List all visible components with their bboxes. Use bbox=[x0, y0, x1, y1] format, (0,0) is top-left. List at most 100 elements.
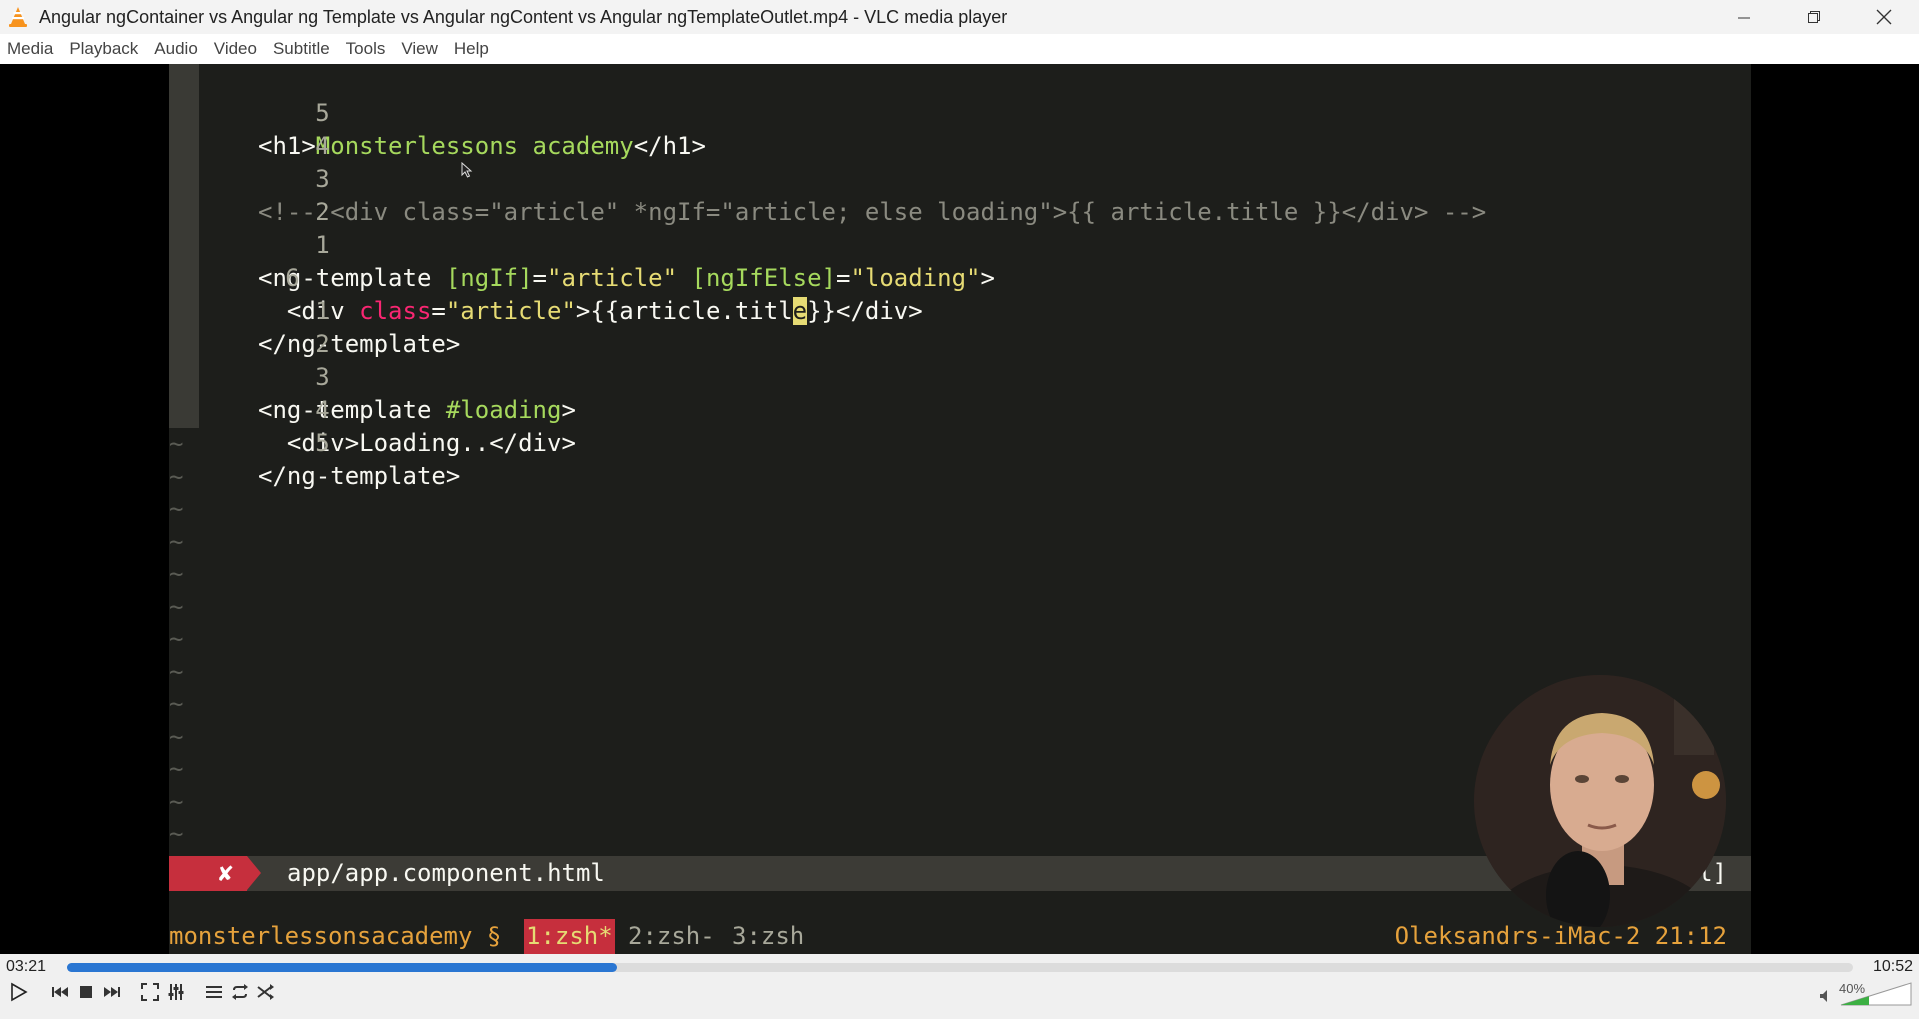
minimize-button[interactable] bbox=[1709, 0, 1779, 34]
empty-line-tilde: ~ bbox=[169, 430, 184, 458]
tmux-clock: 21:12 bbox=[1654, 922, 1727, 950]
title-bar: Angular ngContainer vs Angular ng Templa… bbox=[0, 0, 1919, 34]
empty-line-tilde: ~ bbox=[169, 592, 184, 621]
code-line: 1 <ng-template [ngIf]="article" [ngIfEls… bbox=[169, 196, 995, 292]
code-token: </ng-template> bbox=[258, 462, 461, 490]
code-token: "loading" bbox=[850, 264, 981, 292]
empty-line-tilde: ~ bbox=[169, 527, 184, 556]
line-number: 4 bbox=[315, 396, 330, 424]
code-token: = bbox=[836, 264, 851, 292]
menu-tools[interactable]: Tools bbox=[338, 34, 394, 64]
stop-icon bbox=[80, 986, 92, 998]
menu-video[interactable]: Video bbox=[206, 34, 265, 64]
stop-button[interactable] bbox=[74, 980, 98, 1004]
menu-audio[interactable]: Audio bbox=[146, 34, 205, 64]
code-line: 3 <!-- <div class="article" *ngIf="artic… bbox=[169, 130, 1486, 226]
code-token: [ngIf] bbox=[445, 264, 533, 292]
shuffle-icon bbox=[257, 984, 274, 1000]
code-token: [ngIfElse] bbox=[691, 264, 837, 292]
empty-line-tilde: ~ bbox=[169, 495, 184, 523]
window-title: Angular ngContainer vs Angular ng Templa… bbox=[39, 6, 1008, 27]
tmux-host-clock: Oleksandrs-iMac-2 21:12 bbox=[1395, 919, 1727, 954]
code-line: 2 bbox=[169, 163, 329, 226]
tmux-status-bar: monsterlessonsacademy § 1:zsh* 2:zsh- 3:… bbox=[169, 919, 1751, 954]
video-area[interactable]: 5 <h1>Monsterlessons academy</h1> 4 3 <!… bbox=[0, 64, 1919, 954]
tmux-window: 2:zsh- bbox=[628, 922, 715, 950]
empty-line-tilde: ~ bbox=[169, 690, 184, 718]
code-token: = bbox=[431, 297, 446, 325]
code-token: class bbox=[359, 297, 432, 325]
code-token: >{{article.titl bbox=[575, 297, 793, 325]
line-number: 3 bbox=[315, 363, 330, 391]
empty-line-tilde: ~ bbox=[169, 625, 184, 653]
playlist-button[interactable] bbox=[202, 980, 226, 1004]
play-icon bbox=[11, 982, 28, 1002]
restore-button[interactable] bbox=[1779, 0, 1849, 34]
code-token: "article" bbox=[445, 297, 576, 325]
loop-icon bbox=[232, 984, 248, 1000]
play-button[interactable] bbox=[6, 980, 30, 1004]
tmux-session: monsterlessonsacademy § bbox=[169, 922, 502, 950]
empty-line-tilde: ~ bbox=[169, 462, 184, 491]
line-number: 4 bbox=[315, 132, 330, 160]
line-number: 2 bbox=[315, 198, 330, 226]
next-button[interactable] bbox=[100, 980, 124, 1004]
elapsed-time: 03:21 bbox=[6, 958, 47, 975]
total-time[interactable]: 10:52 bbox=[1873, 958, 1913, 976]
menu-playback[interactable]: Playback bbox=[61, 34, 146, 64]
line-number: 2 bbox=[315, 330, 330, 358]
close-button[interactable] bbox=[1849, 0, 1919, 34]
menu-media[interactable]: Media bbox=[0, 34, 61, 64]
presenter-image bbox=[1474, 675, 1726, 927]
code-token: Monsterlessons academy bbox=[315, 132, 634, 160]
mouse-pointer-icon bbox=[461, 162, 473, 178]
code-line: 1 </ng-template> bbox=[169, 262, 460, 358]
code-line: 5 <h1>Monsterlessons academy</h1> bbox=[169, 64, 706, 160]
code-line-current: 6 <div class="article">{{article.title}}… bbox=[169, 229, 923, 325]
empty-line-tilde: ~ bbox=[169, 722, 184, 751]
restore-icon bbox=[1808, 11, 1820, 23]
webcam-overlay bbox=[1474, 675, 1726, 927]
code-line: 4 bbox=[169, 97, 329, 160]
extended-settings-button[interactable] bbox=[164, 980, 188, 1004]
empty-line-tilde: ~ bbox=[169, 787, 184, 816]
code-token: #loading bbox=[445, 396, 562, 424]
code-token: > bbox=[980, 264, 995, 292]
next-icon bbox=[104, 987, 120, 997]
line-number: 1 bbox=[315, 231, 330, 259]
minimize-icon bbox=[1738, 17, 1750, 19]
close-icon bbox=[1876, 9, 1892, 25]
empty-line-tilde: ~ bbox=[169, 657, 184, 686]
volume-slider[interactable] bbox=[1840, 982, 1912, 1006]
menu-view[interactable]: View bbox=[393, 34, 446, 64]
fullscreen-button[interactable] bbox=[138, 980, 162, 1004]
shuffle-button[interactable] bbox=[254, 980, 278, 1004]
error-indicator: ✘ bbox=[169, 856, 247, 891]
seek-bar[interactable] bbox=[67, 963, 1853, 972]
code-token: "article" bbox=[547, 264, 678, 292]
previous-button[interactable] bbox=[48, 980, 72, 1004]
vlc-logo-icon bbox=[9, 7, 27, 27]
current-file-name: app/app.component.html bbox=[287, 859, 605, 887]
previous-icon bbox=[52, 987, 68, 997]
fullscreen-icon bbox=[141, 983, 159, 1001]
code-line: 3 <ng-template #loading> bbox=[169, 328, 576, 424]
code-comment: <!-- <div class="article" *ngIf="article… bbox=[258, 198, 1487, 226]
empty-line-tilde: ~ bbox=[169, 560, 184, 588]
text-cursor: e bbox=[792, 297, 808, 325]
code-line: 5 </ng-template> bbox=[169, 394, 460, 490]
empty-line-tilde: ~ bbox=[169, 820, 184, 848]
loop-button[interactable] bbox=[228, 980, 252, 1004]
line-number: 1 bbox=[315, 297, 330, 325]
line-number: 5 bbox=[315, 99, 330, 127]
line-number: 5 bbox=[315, 429, 330, 457]
playlist-icon bbox=[206, 986, 222, 998]
empty-line-tilde: ~ bbox=[169, 755, 184, 783]
code-token: Loading.. bbox=[359, 429, 490, 457]
menu-help[interactable]: Help bbox=[446, 34, 497, 64]
line-number: 6 bbox=[285, 264, 300, 292]
menu-subtitle[interactable]: Subtitle bbox=[265, 34, 338, 64]
code-token: > bbox=[561, 396, 576, 424]
speaker-icon[interactable] bbox=[1819, 989, 1833, 1003]
